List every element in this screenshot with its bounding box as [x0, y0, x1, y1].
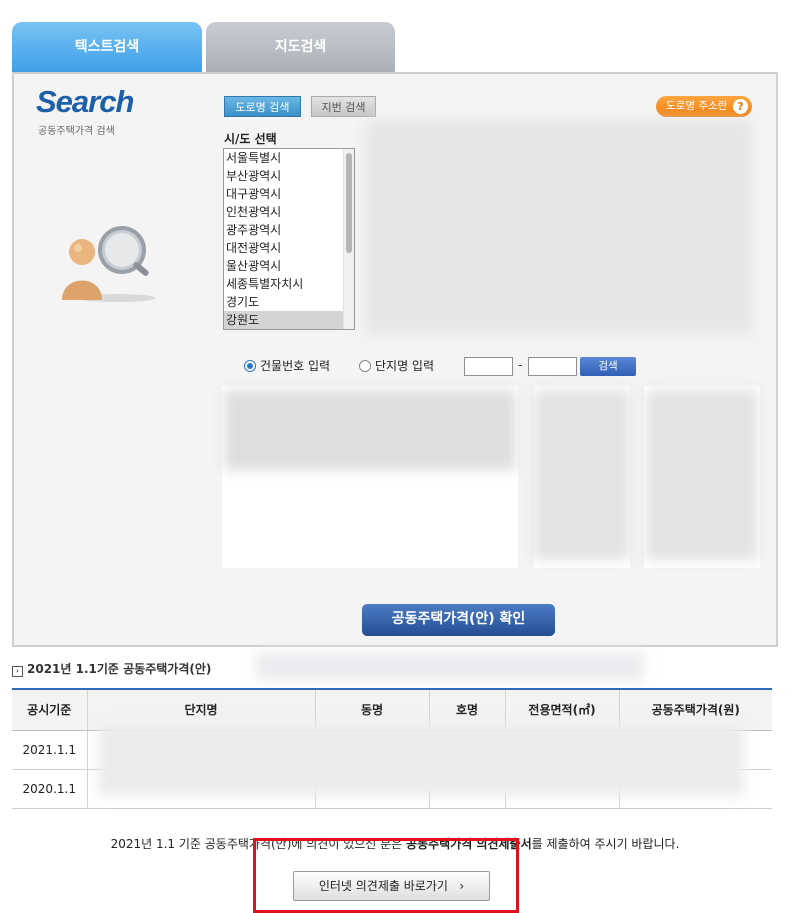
sido-select-label: 시/도 선택: [224, 132, 277, 146]
sigungu-list-obscured: [366, 120, 752, 334]
internet-opinion-submit-button[interactable]: 인터넷 의견제출 바로가기 ›: [293, 871, 490, 901]
sido-item-busan[interactable]: 부산광역시: [224, 167, 354, 185]
complex-name-label: 단지명 입력: [375, 359, 435, 373]
sub-number-input[interactable]: [528, 357, 577, 376]
result-list-ho-obscured: [646, 390, 758, 560]
building-number-label: 건물번호 입력: [260, 359, 331, 373]
sido-item-daejeon[interactable]: 대전광역시: [224, 239, 354, 257]
section-title-text: 2021년 1.1기준 공동주택가격(안): [27, 662, 212, 676]
search-logo-subtitle: 공동주택가격 검색: [38, 126, 115, 137]
cell-base-date: 2021.1.1: [12, 730, 88, 770]
road-address-help-label: 도로명 주소란: [666, 100, 728, 112]
complex-name-option[interactable]: 단지명 입력: [359, 357, 434, 374]
result-list-buildings-obscured: [224, 390, 516, 470]
table-values-obscured: [98, 724, 744, 796]
sido-listbox[interactable]: 서울특별시 부산광역시 대구광역시 인천광역시 광주광역시 대전광역시 울산광역…: [223, 148, 355, 330]
number-search-button[interactable]: 검색: [580, 357, 636, 376]
complex-name-radio[interactable]: [359, 360, 371, 372]
road-address-help-button[interactable]: 도로명 주소란 ?: [656, 96, 752, 117]
sido-item-gyeonggi[interactable]: 경기도: [224, 293, 354, 311]
confirm-price-button[interactable]: 공동주택가격(안) 확인: [362, 604, 555, 636]
sido-item-ulsan[interactable]: 울산광역시: [224, 257, 354, 275]
search-panel: Search 공동주택가격 검색 도로명 검색 지번 검색 도로명 주소란 ? …: [12, 72, 778, 647]
number-separator: -: [518, 358, 523, 372]
person-search-icon: [62, 226, 156, 302]
sido-item-daegu[interactable]: 대구광역시: [224, 185, 354, 203]
chevron-right-icon: ›: [459, 879, 465, 893]
road-name-search-button[interactable]: 도로명 검색: [224, 96, 301, 117]
tab-text-search[interactable]: 텍스트검색: [12, 22, 202, 74]
tab-map-search[interactable]: 지도검색: [206, 22, 395, 74]
section-info-obscured: [256, 652, 644, 680]
header-base-date: 공시기준: [12, 688, 88, 731]
sido-item-seoul[interactable]: 서울특별시: [224, 149, 354, 167]
section-title: › 2021년 1.1기준 공동주택가격(안): [12, 660, 211, 677]
sido-item-sejong[interactable]: 세종특별자치시: [224, 275, 354, 293]
sido-item-gwangju[interactable]: 광주광역시: [224, 221, 354, 239]
sido-item-incheon[interactable]: 인천광역시: [224, 203, 354, 221]
submit-label: 인터넷 의견제출 바로가기: [318, 879, 448, 893]
search-logo-title: Search: [36, 84, 134, 119]
sido-item-gangwon[interactable]: 강원도: [224, 311, 354, 329]
main-number-input[interactable]: [464, 357, 513, 376]
lot-number-search-button[interactable]: 지번 검색: [311, 96, 376, 117]
building-number-radio[interactable]: [244, 360, 256, 372]
result-list-dong-obscured: [534, 390, 630, 560]
question-icon: ?: [733, 99, 748, 114]
notice-suffix: 를 제출하여 주시기 바랍니다.: [531, 837, 680, 851]
cell-base-date: 2020.1.1: [12, 769, 88, 809]
building-number-option[interactable]: 건물번호 입력: [244, 357, 330, 374]
sido-scrollbar[interactable]: [343, 149, 354, 329]
arrow-box-icon: ›: [12, 666, 23, 677]
sido-scroll-thumb[interactable]: [346, 153, 352, 253]
